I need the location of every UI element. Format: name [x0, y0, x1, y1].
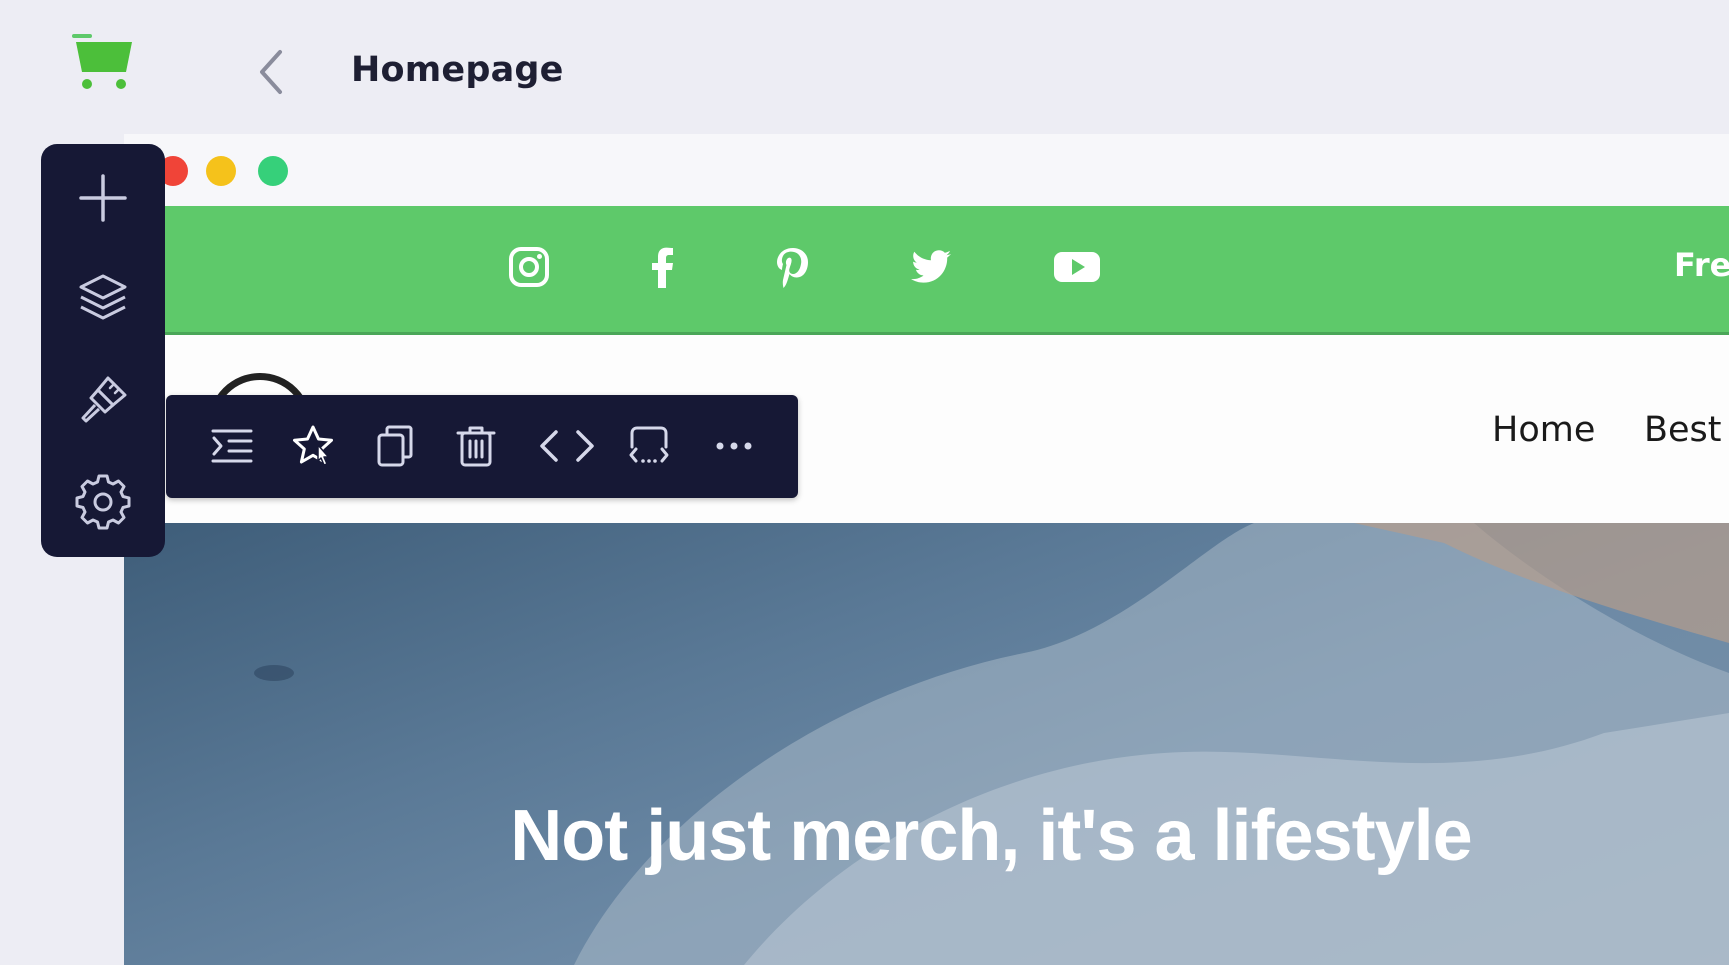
window-minimize-dot[interactable] — [206, 156, 236, 186]
announcement-text: Fre — [1674, 246, 1729, 284]
layers-button[interactable] — [75, 270, 131, 326]
design-button[interactable] — [75, 372, 131, 428]
layers-icon — [75, 270, 131, 326]
copy-icon — [373, 423, 419, 469]
move-left-button[interactable] — [528, 423, 568, 469]
twitter-icon[interactable] — [908, 244, 954, 290]
nav-link-best[interactable]: Best D — [1644, 410, 1729, 450]
page-title: Homepage — [351, 50, 564, 90]
settings-button[interactable] — [75, 474, 131, 530]
add-element-button[interactable] — [75, 170, 131, 226]
hero-banner[interactable]: Not just merch, it's a lifestyle — [124, 523, 1729, 965]
site-preview: Fre Home Best D Not just merch, it's a l… — [124, 134, 1729, 965]
chevron-left-icon — [528, 423, 568, 469]
wrap-code-icon — [626, 423, 672, 469]
facebook-icon[interactable] — [640, 244, 686, 290]
gear-icon — [75, 474, 131, 530]
tool-sidebar — [41, 144, 165, 557]
more-icon — [711, 423, 757, 469]
indent-list-icon — [209, 423, 255, 469]
element-toolbar — [166, 395, 798, 498]
trash-icon — [453, 423, 499, 469]
youtube-icon[interactable] — [1054, 244, 1100, 290]
shopping-cart-icon[interactable] — [70, 34, 136, 92]
nav-link-home[interactable]: Home — [1492, 410, 1595, 450]
window-maximize-dot[interactable] — [258, 156, 288, 186]
hero-title: Not just merch, it's a lifestyle — [510, 796, 1472, 876]
chevron-right-icon — [566, 423, 606, 469]
instagram-icon[interactable] — [506, 244, 552, 290]
more-options-button[interactable] — [711, 423, 757, 469]
duplicate-button[interactable] — [373, 423, 419, 469]
back-button[interactable] — [252, 46, 292, 98]
pinterest-icon[interactable] — [771, 244, 817, 290]
delete-button[interactable] — [453, 423, 499, 469]
indent-button[interactable] — [209, 423, 255, 469]
brush-icon — [75, 372, 131, 428]
plus-icon — [75, 170, 131, 226]
move-right-button[interactable] — [566, 423, 606, 469]
favorite-button[interactable] — [290, 423, 336, 469]
wrap-button[interactable] — [626, 423, 672, 469]
chevron-left-icon — [252, 46, 292, 98]
hero-image — [254, 523, 1729, 965]
announcement-bar[interactable]: Fre — [124, 206, 1729, 335]
star-icon — [290, 423, 336, 469]
